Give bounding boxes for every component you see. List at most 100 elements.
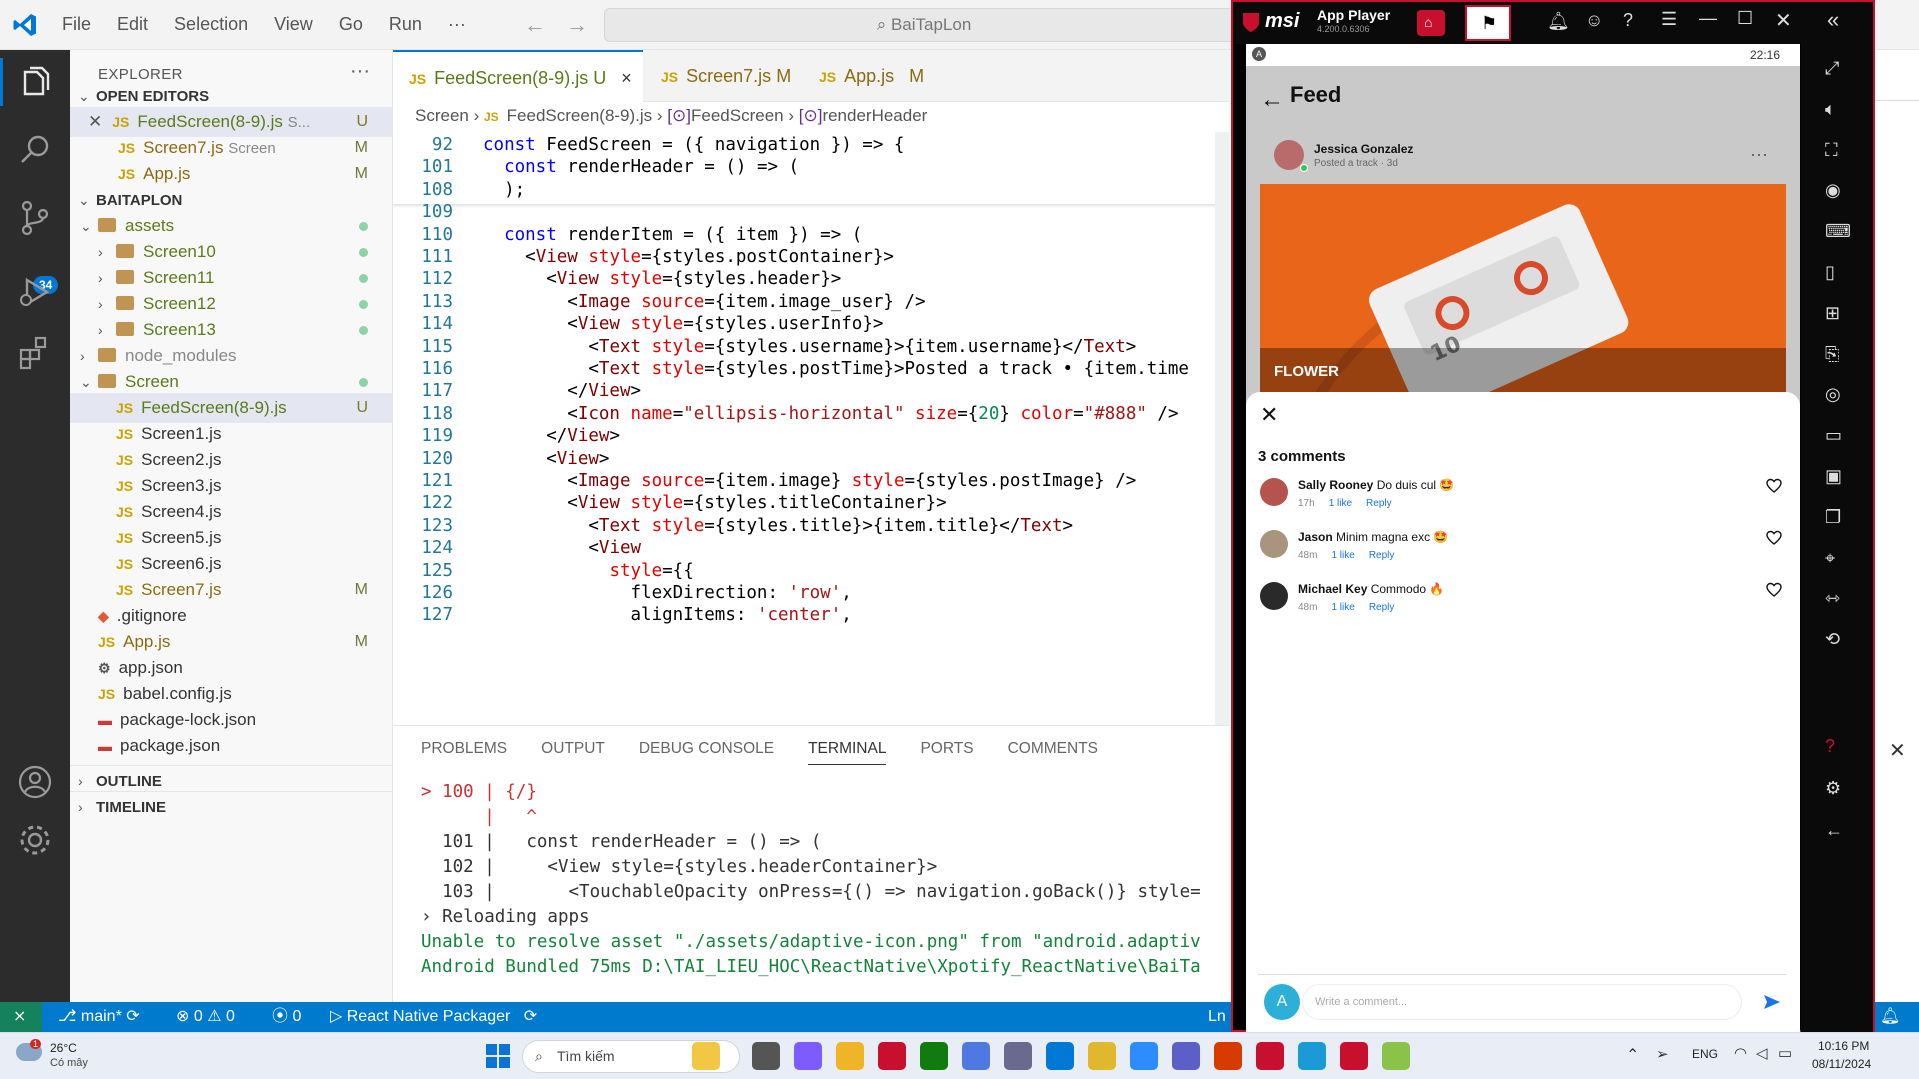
remote-indicator[interactable]: ⨯ [0, 1002, 42, 1032]
tab-debug-console[interactable]: DEBUG CONSOLE [639, 740, 774, 765]
heart-icon[interactable] [1766, 478, 1782, 494]
reply-link[interactable]: Reply [1369, 550, 1395, 561]
notepad-icon[interactable] [1340, 1042, 1368, 1070]
breadcrumb-item[interactable]: Screen [415, 106, 469, 125]
edge-icon[interactable] [1298, 1042, 1326, 1070]
close-icon[interactable]: ✕ [1775, 8, 1792, 33]
shake-icon[interactable]: ⇿ [1825, 588, 1840, 609]
windows-start-icon[interactable] [484, 1042, 512, 1070]
reply-link[interactable]: Reply [1369, 602, 1395, 613]
settings-gear-icon[interactable]: ⚙ [1825, 778, 1841, 799]
close-icon[interactable]: × [621, 68, 632, 88]
heart-icon[interactable] [1766, 582, 1782, 598]
keyboard-icon[interactable]: ⌨ [1825, 221, 1851, 242]
account-icon[interactable]: ☺ [1585, 10, 1603, 31]
phone-icon[interactable]: ▯ [1825, 262, 1835, 283]
explorer-icon[interactable] [15, 64, 55, 104]
account-icon[interactable] [15, 762, 55, 802]
tab-comments[interactable]: COMMENTS [1008, 740, 1098, 765]
maximize-icon[interactable]: ☐ [1737, 8, 1753, 29]
packager-status[interactable]: ▷ React Native Packager ⟳ [330, 1002, 537, 1032]
hamburger-menu-icon[interactable]: ☰ [1661, 9, 1677, 30]
msi-app-icon[interactable] [878, 1042, 906, 1070]
ports-status[interactable]: ⦿ 0 [272, 1002, 301, 1032]
wifi-icon[interactable]: ◠ [1734, 1044, 1747, 1062]
language-indicator[interactable]: ENG [1692, 1047, 1718, 1061]
source-control-icon[interactable] [15, 198, 55, 238]
tab-app[interactable]: JS App.js M [803, 50, 953, 102]
breadcrumb-item[interactable]: FeedScreen [691, 106, 784, 125]
vscode-logo-icon[interactable] [12, 12, 38, 38]
cursor-position[interactable]: Ln [1208, 1002, 1226, 1032]
ellipsis-icon[interactable]: ··· [1750, 144, 1768, 165]
back-arrow-icon[interactable]: ← [1825, 820, 1843, 841]
home-tab-icon[interactable]: ⌂ [1417, 10, 1445, 36]
clock-date[interactable]: 08/11/2024 [1812, 1057, 1871, 1071]
branch-status[interactable]: ⎇ main* ⟳ [58, 1002, 140, 1032]
gallery-icon[interactable]: ▣ [1825, 466, 1842, 487]
battery-icon[interactable]: ▭ [1778, 1044, 1792, 1062]
teams-icon[interactable] [1172, 1042, 1200, 1070]
location-arrow-icon[interactable]: ➢ [1656, 1045, 1669, 1063]
search-icon[interactable] [15, 130, 55, 170]
close-icon[interactable]: ✕ [88, 112, 102, 131]
menu-file[interactable]: File [62, 14, 91, 35]
gamepad-icon[interactable]: ⊞ [1825, 303, 1840, 324]
menu-selection[interactable]: Selection [174, 14, 248, 35]
tab-ports[interactable]: PORTS [920, 740, 973, 765]
cube-app-icon[interactable] [962, 1042, 990, 1070]
tab-feedscreen[interactable]: JS FeedScreen(8-9).js U × [393, 50, 643, 102]
screen-fit-icon[interactable]: ⛶ [1825, 140, 1838, 161]
menu-more[interactable]: ··· [448, 14, 466, 35]
task-view-icon[interactable] [752, 1042, 780, 1070]
camera-icon[interactable]: ◎ [1825, 384, 1841, 405]
tab-problems[interactable]: PROBLEMS [421, 740, 507, 765]
timeline-header[interactable]: › TIMELINE [70, 791, 392, 821]
comment-input[interactable]: Write a comment... [1302, 984, 1742, 1020]
forward-arrow-icon[interactable]: → [566, 12, 588, 38]
menu-view[interactable]: View [274, 14, 313, 35]
location-icon[interactable]: ⌖ [1825, 548, 1835, 569]
back-arrow-icon[interactable]: ← [1260, 86, 1284, 114]
run-debug-icon[interactable] [15, 272, 55, 312]
notifications-bell-icon[interactable]: 🔔︎ [1880, 1002, 1900, 1032]
tab-output[interactable]: OUTPUT [541, 740, 605, 765]
comment-likes[interactable]: 1 like [1331, 550, 1354, 561]
video-record-icon[interactable]: ▭ [1825, 425, 1842, 446]
close-icon[interactable]: ✕ [1260, 402, 1278, 428]
help-icon[interactable]: ? [1623, 10, 1633, 31]
office-icon[interactable] [1214, 1042, 1242, 1070]
minimize-icon[interactable]: — [1699, 8, 1717, 29]
explorer-more-button[interactable]: ··· [350, 60, 370, 83]
tab-terminal[interactable]: TERMINAL [808, 740, 887, 765]
terminal-output[interactable]: > 100 | {/} | ^ 101 | const renderHeader… [421, 780, 1201, 980]
reply-link[interactable]: Reply [1366, 498, 1392, 509]
terminal-app-icon[interactable] [1256, 1042, 1284, 1070]
breadcrumb-item[interactable]: renderHeader [822, 106, 927, 125]
heart-icon[interactable] [1766, 530, 1782, 546]
send-icon[interactable] [1762, 992, 1782, 1012]
multi-instance-icon[interactable]: ❐ [1825, 507, 1841, 528]
vscode-icon[interactable] [1046, 1042, 1074, 1070]
editor-scrollbar[interactable] [1215, 132, 1229, 725]
git-app-icon[interactable] [1382, 1042, 1410, 1070]
comment-likes[interactable]: 1 like [1329, 498, 1352, 509]
file-explorer-icon[interactable] [836, 1042, 864, 1070]
close-panel-icon[interactable]: ✕ [1889, 738, 1906, 763]
menu-edit[interactable]: Edit [117, 14, 148, 35]
fullscreen-icon[interactable]: ⤢ [1825, 58, 1839, 79]
copilot-icon[interactable] [794, 1042, 822, 1070]
problems-status[interactable]: ⊗ 0 ⚠ 0 [176, 1002, 235, 1032]
xbox-icon[interactable] [920, 1042, 948, 1070]
zoom-icon[interactable] [1130, 1042, 1158, 1070]
breadcrumb-item[interactable]: FeedScreen(8-9).js [507, 106, 653, 125]
settings-gear-icon[interactable] [15, 820, 55, 860]
command-center-search[interactable]: ⌕ BaiTapLon [604, 8, 1244, 42]
chrome-icon[interactable] [1088, 1042, 1116, 1070]
bell-icon[interactable]: 🔔︎ [1547, 11, 1570, 32]
tree-item[interactable]: ▬ package.json [70, 731, 392, 761]
app-tab-icon[interactable]: ⚑ [1465, 5, 1511, 41]
volume-mute-icon[interactable]: 🔈︎ [1825, 99, 1836, 120]
apk-install-icon[interactable]: ⎘ [1825, 344, 1839, 365]
comment-likes[interactable]: 1 like [1331, 602, 1354, 613]
